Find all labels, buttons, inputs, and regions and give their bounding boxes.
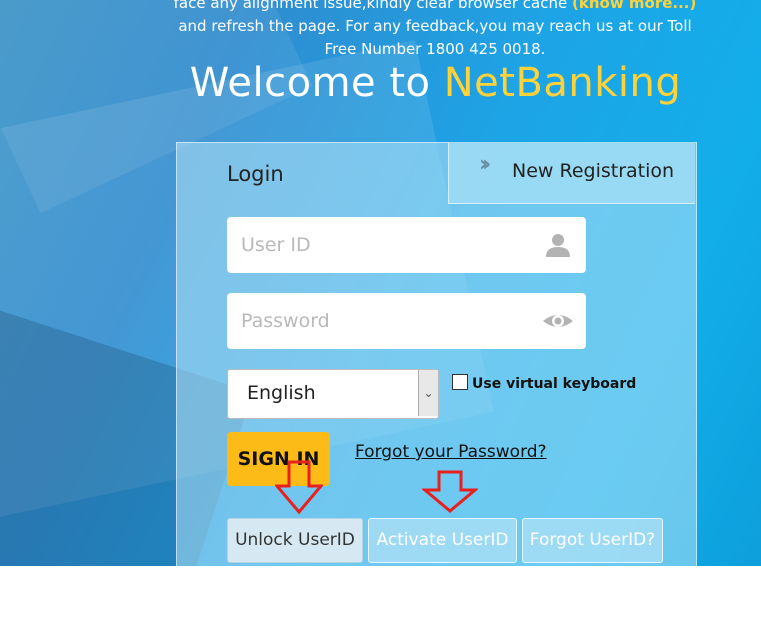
annotation-down-arrow-icon	[422, 470, 478, 513]
know-more-link[interactable]: (know more...)	[572, 0, 696, 12]
notice-line-2: and refresh the page. For any feedback,y…	[178, 17, 692, 35]
unlock-userid-button[interactable]: Unlock UserID	[227, 518, 363, 563]
tab-new-registration[interactable]: ›› New Registration	[448, 142, 695, 204]
page-title: Welcome to NetBanking	[0, 60, 761, 106]
password-field	[227, 293, 586, 349]
double-chevron-right-icon: ››	[479, 152, 491, 177]
user-icon	[546, 234, 570, 257]
brand-name: NetBanking	[443, 60, 682, 106]
virtual-keyboard-label[interactable]: Use virtual keyboard	[472, 376, 636, 392]
language-select[interactable]: English ⌄	[227, 369, 439, 419]
password-input[interactable]	[227, 293, 531, 349]
tab-login[interactable]: Login	[227, 162, 284, 186]
welcome-prefix: Welcome to	[189, 60, 444, 106]
annotation-down-arrow-icon	[275, 460, 323, 515]
tab-new-registration-label: New Registration	[512, 160, 675, 182]
chevron-down-icon[interactable]: ⌄	[418, 370, 438, 416]
virtual-keyboard-checkbox[interactable]	[452, 374, 468, 390]
user-id-input[interactable]	[227, 217, 531, 273]
notice-line-3: Free Number 1800 425 0018.	[324, 40, 546, 58]
alignment-notice: face any alignment issue,kindly clear br…	[150, 0, 720, 61]
activate-userid-button[interactable]: Activate UserID	[368, 518, 517, 563]
login-background: face any alignment issue,kindly clear br…	[0, 0, 761, 566]
forgot-password-link[interactable]: Forgot your Password?	[355, 442, 547, 462]
eye-icon[interactable]	[542, 307, 574, 335]
notice-line-1: face any alignment issue,kindly clear br…	[173, 0, 572, 12]
forgot-userid-button[interactable]: Forgot UserID?	[522, 518, 663, 563]
language-selected-value: English	[247, 382, 316, 404]
user-id-field	[227, 217, 586, 273]
